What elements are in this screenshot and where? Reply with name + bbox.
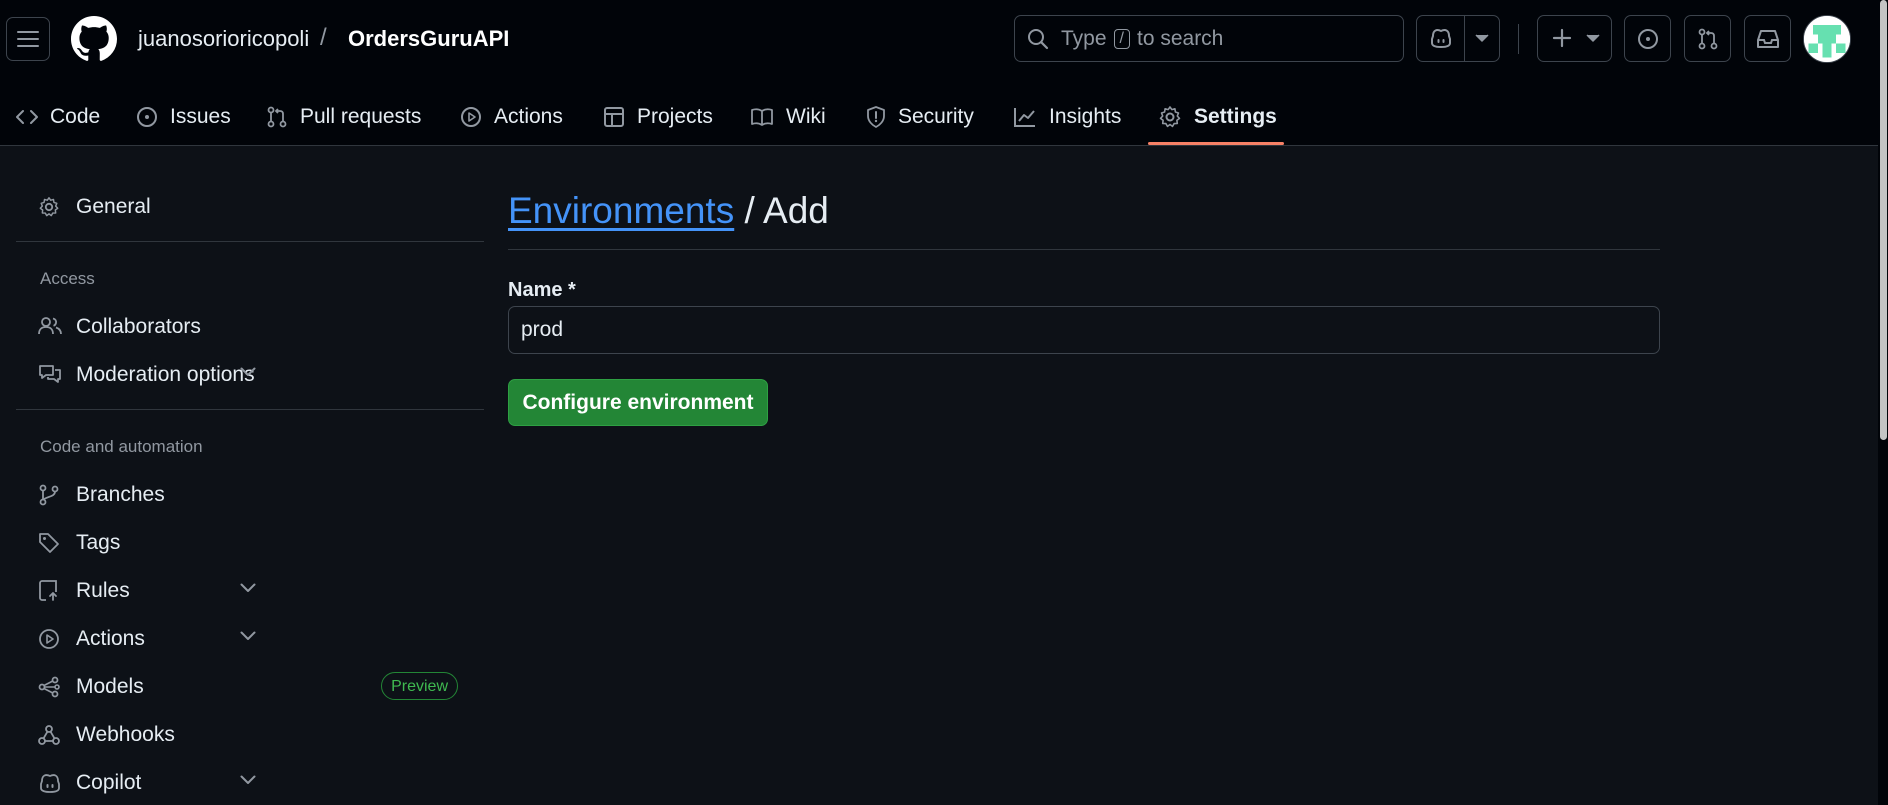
sidebar-item-label: Webhooks — [76, 723, 175, 746]
tab-issues[interactable]: Issues — [136, 88, 231, 145]
plus-icon — [1552, 28, 1572, 48]
search-input[interactable]: Type / to search — [1014, 15, 1404, 62]
chevron-down-icon[interactable] — [1475, 34, 1489, 43]
hamburger-icon — [17, 31, 39, 47]
tab-code[interactable]: Code — [16, 88, 100, 145]
user-avatar[interactable] — [1803, 15, 1851, 63]
chevron-down-icon — [1586, 34, 1600, 43]
repository-nav: Code Issues Pull requests Actions Projec… — [0, 88, 1888, 146]
tab-actions[interactable]: Actions — [460, 88, 563, 145]
chevron-down-icon — [38, 631, 458, 641]
issue-opened-icon — [136, 106, 158, 128]
repo-owner-link[interactable]: juanosorioricopoli — [138, 26, 309, 52]
gear-icon — [38, 196, 60, 218]
chevron-down-icon — [38, 367, 458, 377]
your-pull-requests-button[interactable] — [1684, 15, 1731, 62]
hamburger-menu-button[interactable] — [6, 17, 50, 61]
breadcrumb-separator: / — [320, 24, 327, 51]
button-divider — [1464, 16, 1465, 61]
sidebar-heading-access: Access — [40, 269, 95, 288]
sidebar-item-moderation-options[interactable]: Moderation options — [16, 353, 484, 397]
tab-label: Code — [50, 104, 101, 128]
play-icon — [460, 106, 482, 128]
tab-label: Security — [898, 104, 974, 128]
page-title: Environments / Add — [508, 190, 829, 232]
tag-icon — [38, 532, 60, 554]
sidebar-divider — [16, 409, 484, 410]
tab-label: Pull requests — [300, 104, 422, 128]
git-branch-icon — [38, 484, 60, 506]
sidebar-divider — [16, 241, 484, 242]
notifications-inbox-button[interactable] — [1744, 15, 1791, 62]
sidebar-item-collaborators[interactable]: Collaborators — [16, 305, 484, 349]
sidebar-heading-code-automation: Code and automation — [40, 437, 203, 456]
ai-model-icon — [38, 676, 60, 698]
tab-settings[interactable]: Settings — [1148, 88, 1284, 145]
app-header: juanosorioricopoli / OrdersGuruAPI Type … — [0, 0, 1888, 146]
git-pull-request-icon — [266, 106, 288, 128]
search-suffix: to search — [1136, 26, 1224, 50]
tab-label: Issues — [170, 104, 231, 128]
sidebar-item-label: Tags — [76, 531, 121, 554]
table-icon — [603, 106, 625, 128]
sidebar-item-branches[interactable]: Branches — [16, 473, 484, 517]
tab-pull-requests[interactable]: Pull requests — [266, 88, 421, 145]
sidebar-item-label: General — [76, 195, 151, 218]
sidebar-item-models[interactable]: Models Preview — [16, 665, 484, 709]
people-icon — [38, 316, 62, 336]
inbox-icon — [1756, 29, 1779, 48]
tab-label: Projects — [637, 104, 713, 128]
sidebar-item-label: Models — [76, 675, 144, 698]
shield-icon — [866, 105, 886, 128]
sidebar-item-webhooks[interactable]: Webhooks — [16, 713, 484, 757]
your-issues-button[interactable] — [1624, 15, 1671, 62]
tab-label: Actions — [494, 104, 563, 128]
create-new-button[interactable] — [1537, 15, 1612, 62]
header-divider — [1518, 24, 1519, 54]
book-icon — [750, 107, 774, 127]
chevron-down-icon — [38, 775, 458, 785]
sidebar-item-label: Branches — [76, 483, 165, 506]
git-pull-request-icon — [1698, 28, 1717, 49]
code-icon — [16, 109, 38, 125]
tab-label: Wiki — [786, 104, 826, 128]
tab-security[interactable]: Security — [866, 88, 974, 145]
title-divider — [508, 249, 1660, 250]
search-prefix: Type — [1061, 26, 1107, 50]
name-field-label: Name * — [508, 279, 576, 301]
sidebar-item-general[interactable]: General — [16, 185, 484, 229]
sidebar-item-tags[interactable]: Tags — [16, 521, 484, 565]
gear-icon — [1158, 105, 1182, 129]
search-shortcut-key: / — [1113, 28, 1130, 49]
environments-link[interactable]: Environments — [508, 190, 734, 231]
preview-badge: Preview — [381, 672, 458, 700]
tab-label: Settings — [1194, 104, 1277, 128]
tab-label: Insights — [1049, 104, 1122, 128]
tab-projects[interactable]: Projects — [603, 88, 713, 145]
repo-name-link[interactable]: OrdersGuruAPI — [348, 26, 509, 52]
scrollbar-thumb[interactable] — [1880, 0, 1887, 440]
tab-insights[interactable]: Insights — [1013, 88, 1121, 145]
sidebar-item-label: Collaborators — [76, 315, 201, 338]
copilot-icon[interactable] — [1429, 27, 1453, 49]
configure-environment-button[interactable]: Configure environment — [508, 379, 768, 426]
webhook-icon — [38, 724, 60, 746]
copilot-button-group — [1416, 15, 1500, 62]
issue-opened-icon — [1637, 28, 1658, 49]
tab-wiki[interactable]: Wiki — [750, 88, 826, 145]
graph-icon — [1013, 106, 1037, 128]
sidebar-item-rules[interactable]: Rules — [16, 569, 484, 613]
chevron-down-icon — [38, 583, 458, 593]
search-icon — [1027, 28, 1049, 50]
sidebar-item-actions[interactable]: Actions — [16, 617, 484, 661]
environment-name-input[interactable] — [508, 306, 1660, 354]
sidebar-item-copilot[interactable]: Copilot — [16, 761, 484, 805]
page-title-suffix: / Add — [734, 190, 829, 231]
github-logo-icon[interactable] — [71, 16, 117, 62]
